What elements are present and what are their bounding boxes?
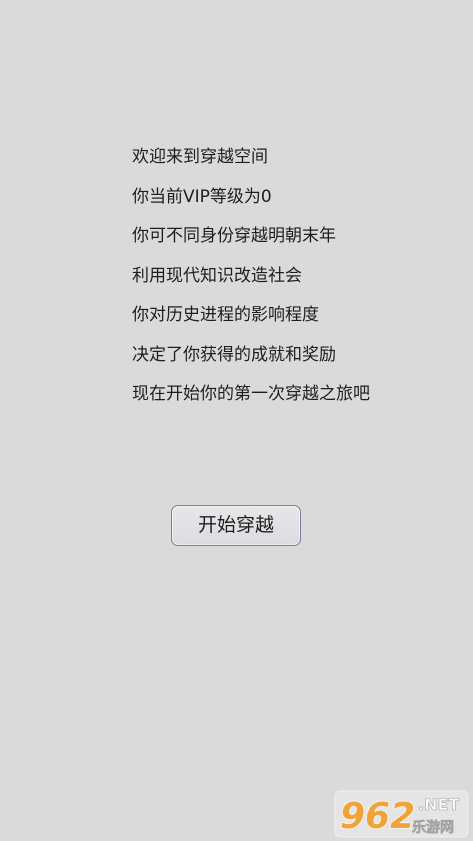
intro-line-knowledge: 利用现代知识改造社会	[132, 265, 302, 286]
intro-line-start-journey: 现在开始你的第一次穿越之旅吧	[132, 384, 370, 404]
intro-line-welcome: 欢迎来到穿越空间	[132, 147, 268, 167]
intro-line-rewards: 决定了你获得的成就和奖励	[132, 344, 336, 365]
watermark-site-name: 乐游网	[412, 819, 454, 836]
watermark-suffix: .NET	[418, 795, 459, 814]
intro-line-influence: 你对历史进程的影响程度	[132, 305, 319, 325]
watermark-logo: 962 .NET 乐游网	[334, 790, 469, 838]
intro-line-vip-level: 你当前VIP等级为0	[132, 186, 272, 207]
intro-line-identity: 你可不同身份穿越明朝末年	[132, 226, 336, 246]
watermark-number: 962	[340, 796, 415, 837]
start-travel-button[interactable]: 开始穿越	[171, 505, 301, 546]
intro-text-block: 欢迎来到穿越空间 你当前VIP等级为0 你可不同身份穿越明朝末年 利用现代知识改…	[132, 145, 462, 422]
